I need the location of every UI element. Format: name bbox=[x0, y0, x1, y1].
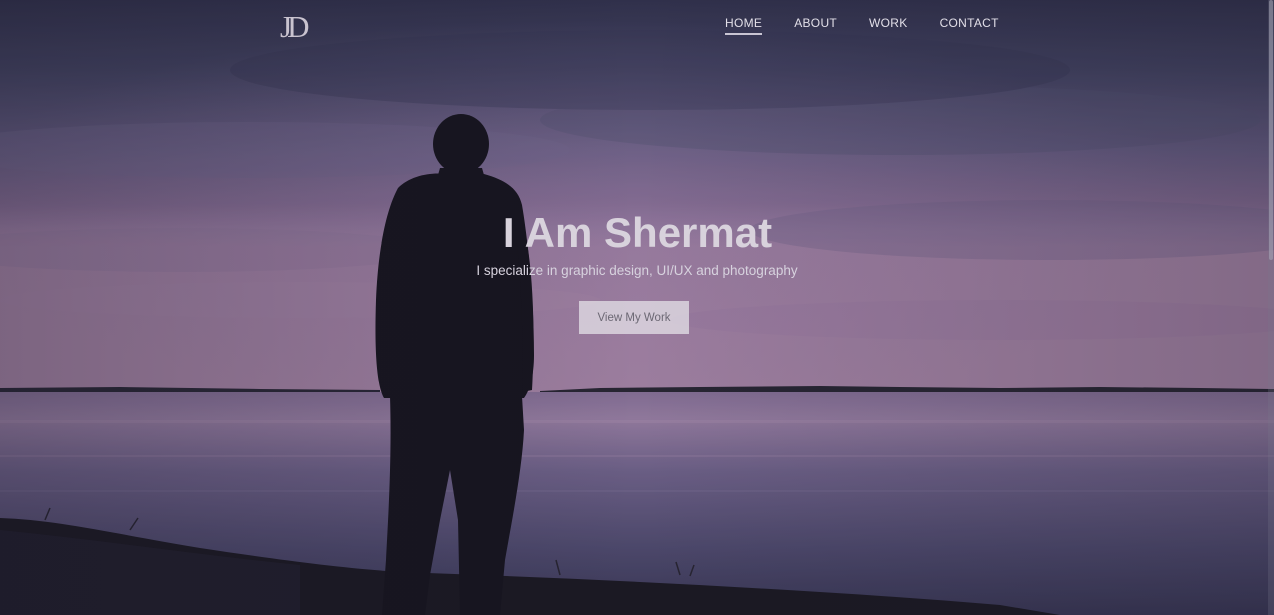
main-nav: HOME ABOUT WORK CONTACT bbox=[709, 15, 1015, 35]
hero-text-block: I Am Shermat I specialize in graphic des… bbox=[0, 208, 1274, 280]
view-my-work-button[interactable]: View My Work bbox=[579, 301, 689, 334]
hero-subtitle: I specialize in graphic design, UI/UX an… bbox=[476, 263, 798, 278]
nav-contact-link[interactable]: CONTACT bbox=[924, 15, 1015, 31]
nav-home-link[interactable]: HOME bbox=[709, 15, 778, 35]
hero-title: I Am Shermat bbox=[502, 209, 773, 256]
nav-work-link[interactable]: WORK bbox=[853, 15, 924, 31]
site-logo[interactable]: JD bbox=[280, 9, 310, 45]
nav-about-link[interactable]: ABOUT bbox=[778, 15, 853, 31]
hero-section: JD HOME ABOUT WORK CONTACT I Am Shermat … bbox=[0, 0, 1274, 615]
